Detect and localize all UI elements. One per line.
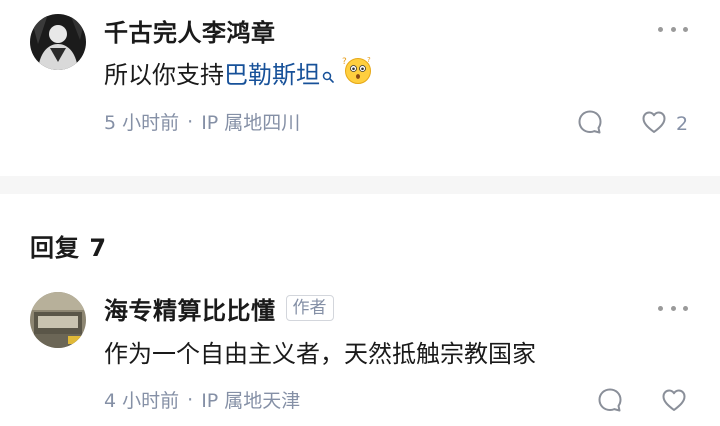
timestamp: 4 小时前 [104,390,180,412]
heart-icon [640,108,668,140]
replies-title: 回复 7 [30,234,108,262]
meta-separator: · [187,388,194,411]
timestamp: 5 小时前 [104,112,180,134]
comment-bubble-icon [576,108,604,140]
section-divider [0,176,720,194]
svg-text:?: ? [367,56,371,64]
svg-text:?: ? [342,57,347,67]
like-button[interactable] [660,386,688,418]
avatar[interactable] [30,14,86,70]
avatar-image [30,14,86,70]
heart-icon [660,386,688,418]
like-count: 2 [676,113,689,135]
more-dots-icon[interactable] [658,303,688,313]
reply-button[interactable] [576,108,604,140]
avatar[interactable] [30,292,86,348]
top-comment: 千古完人李鸿章 所以你支持 巴勒斯坦 ? ? 5 小时前 · IP 属地四川 2 [0,0,720,176]
author-name[interactable]: 千古完人李鸿章 [104,13,276,48]
comment-bubble-icon [596,386,624,418]
avatar-image [30,292,86,348]
comment-text: 所以你支持 [104,61,224,89]
author-row: 千古完人李鸿章 [104,12,276,48]
author-row: 海专精算比比懂 作者 [104,290,334,326]
author-badge: 作者 [285,295,334,321]
ip-location: IP 属地天津 [201,390,301,412]
topic-link[interactable]: 巴勒斯坦 [224,57,320,93]
comment-content: 所以你支持 巴勒斯坦 ? ? [104,55,374,95]
meta-separator: · [187,110,194,133]
ip-location: IP 属地四川 [201,112,301,134]
more-dots-icon[interactable] [658,24,688,34]
comment-text: 作为一个自由主义者，天然抵触宗教国家 [104,340,536,368]
shocked-face-emoji: ? ? [340,55,374,95]
search-mini-icon[interactable] [322,57,334,93]
like-button[interactable]: 2 [640,108,688,140]
reply-button[interactable] [596,386,624,418]
author-name[interactable]: 海专精算比比懂 [104,291,276,326]
comment-meta: 4 小时前 · IP 属地天津 [104,386,300,413]
comment-meta: 5 小时前 · IP 属地四川 [104,108,300,135]
comment-content: 作为一个自由主义者，天然抵触宗教国家 [104,336,536,372]
